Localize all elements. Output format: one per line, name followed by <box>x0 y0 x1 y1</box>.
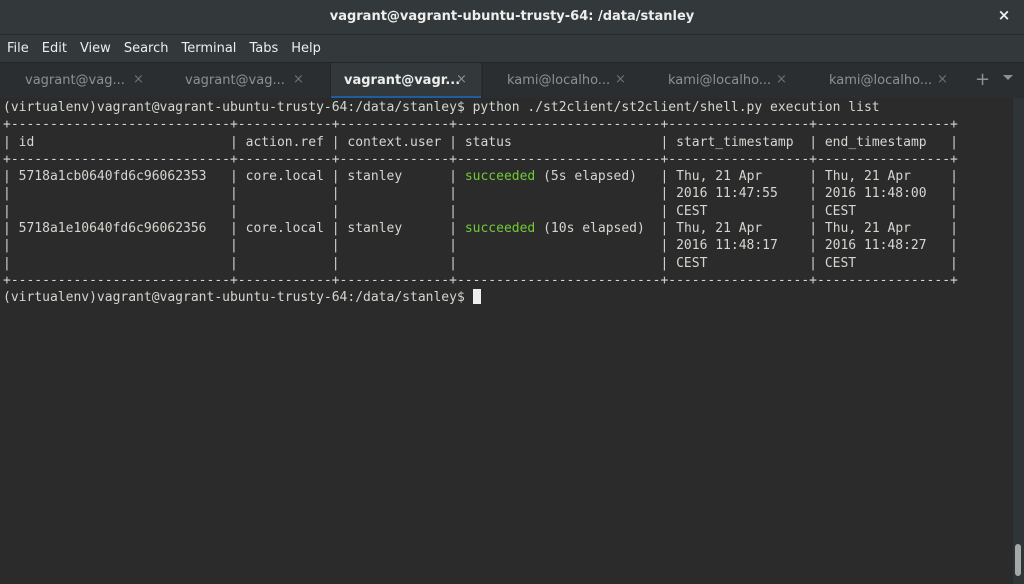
status-elapsed: (5s elapsed) <box>535 169 638 185</box>
tab-label: kami@localho... <box>668 73 772 88</box>
title-bar: vagrant@vagrant-ubuntu-trusty-64: /data/… <box>0 0 1024 35</box>
window-title: vagrant@vagrant-ubuntu-trusty-64: /data/… <box>329 9 695 24</box>
tab-close-icon[interactable]: × <box>615 72 626 87</box>
tab-3-active[interactable]: vagrant@vagr... × <box>331 63 481 99</box>
tab-2[interactable]: vagrant@vag... × <box>160 63 320 98</box>
prompt: (virtualenv)vagrant@vagrant-ubuntu-trust… <box>3 100 465 115</box>
cell-start-timestamp: 2016 11:48:17 <box>676 238 802 254</box>
cell-end-timestamp: CEST <box>824 255 943 271</box>
column-header: start_timestamp <box>676 134 802 150</box>
text-cursor <box>472 289 481 305</box>
column-header: end_timestamp <box>824 134 943 150</box>
tab-close-icon[interactable]: × <box>776 72 787 87</box>
prompt: (virtualenv)vagrant@vagrant-ubuntu-trust… <box>3 290 465 306</box>
cell-action-ref: core.local <box>245 169 324 185</box>
menu-file[interactable]: File <box>0 41 35 56</box>
column-header: action.ref <box>245 134 324 150</box>
menu-tabs[interactable]: Tabs <box>242 41 284 56</box>
column-header: id <box>18 134 223 150</box>
tab-label: vagrant@vag... <box>25 73 125 88</box>
tab-close-icon[interactable]: × <box>293 72 304 87</box>
tab-bar: vagrant@vag... × vagrant@vag... × vagran… <box>0 62 1024 99</box>
status-elapsed: (10s elapsed) <box>535 221 645 237</box>
tab-close-icon[interactable]: × <box>456 72 467 87</box>
tab-4[interactable]: kami@localho... × <box>482 63 642 98</box>
cell-context-user: stanley <box>347 169 442 185</box>
menu-view[interactable]: View <box>73 41 117 56</box>
status-succeeded: succeeded <box>464 169 536 185</box>
cell-start-timestamp: CEST <box>676 255 802 271</box>
tab-close-icon[interactable]: × <box>133 72 144 87</box>
cell-start-timestamp: Thu, 21 Apr <box>676 169 802 185</box>
command: python ./st2client/st2client/shell.py ex… <box>472 100 880 115</box>
cell-end-timestamp: 2016 11:48:27 <box>824 238 943 254</box>
cell-end-timestamp: Thu, 21 Apr <box>824 169 943 185</box>
menu-edit[interactable]: Edit <box>35 41 73 56</box>
menu-help[interactable]: Help <box>284 41 327 56</box>
close-icon[interactable]: × <box>996 7 1012 23</box>
tab-label: vagrant@vag... <box>185 73 285 88</box>
terminal-text: (virtualenv)vagrant@vagrant-ubuntu-trust… <box>3 100 958 306</box>
tab-6[interactable]: kami@localho... × <box>804 63 964 98</box>
tab-5[interactable]: kami@localho... × <box>643 63 803 98</box>
scrollbar[interactable] <box>1012 98 1024 584</box>
cell-end-timestamp: Thu, 21 Apr <box>824 221 943 237</box>
tab-label: kami@localho... <box>507 73 611 88</box>
tab-label: vagrant@vagr... <box>344 73 461 88</box>
menu-bar: File Edit View Search Terminal Tabs Help <box>0 35 1024 62</box>
status-succeeded: succeeded <box>464 221 536 237</box>
tab-list-chevron-down-icon[interactable] <box>1003 75 1013 80</box>
cell-end-timestamp: CEST <box>824 203 943 219</box>
cell-context-user: stanley <box>347 221 442 237</box>
cell-start-timestamp: CEST <box>676 203 802 219</box>
cell-action-ref: core.local <box>245 221 324 237</box>
menu-terminal[interactable]: Terminal <box>174 41 242 56</box>
scrollbar-thumb[interactable] <box>1015 544 1021 576</box>
cell-end-timestamp: 2016 11:48:00 <box>824 186 943 202</box>
tab-1[interactable]: vagrant@vag... × <box>0 63 160 98</box>
cell-id: 5718a1e10640fd6c96062356 <box>18 221 223 237</box>
tab-label: kami@localho... <box>829 73 933 88</box>
new-tab-plus-icon[interactable]: + <box>975 69 990 90</box>
column-header: status <box>464 134 653 150</box>
cell-id: 5718a1cb0640fd6c96062353 <box>18 169 223 185</box>
cell-start-timestamp: Thu, 21 Apr <box>676 221 802 237</box>
column-header: context.user <box>347 134 442 150</box>
terminal-output[interactable]: (virtualenv)vagrant@vagrant-ubuntu-trust… <box>0 98 1012 584</box>
tab-close-icon[interactable]: × <box>937 72 948 87</box>
cell-start-timestamp: 2016 11:47:55 <box>676 186 802 202</box>
menu-search[interactable]: Search <box>117 41 175 56</box>
